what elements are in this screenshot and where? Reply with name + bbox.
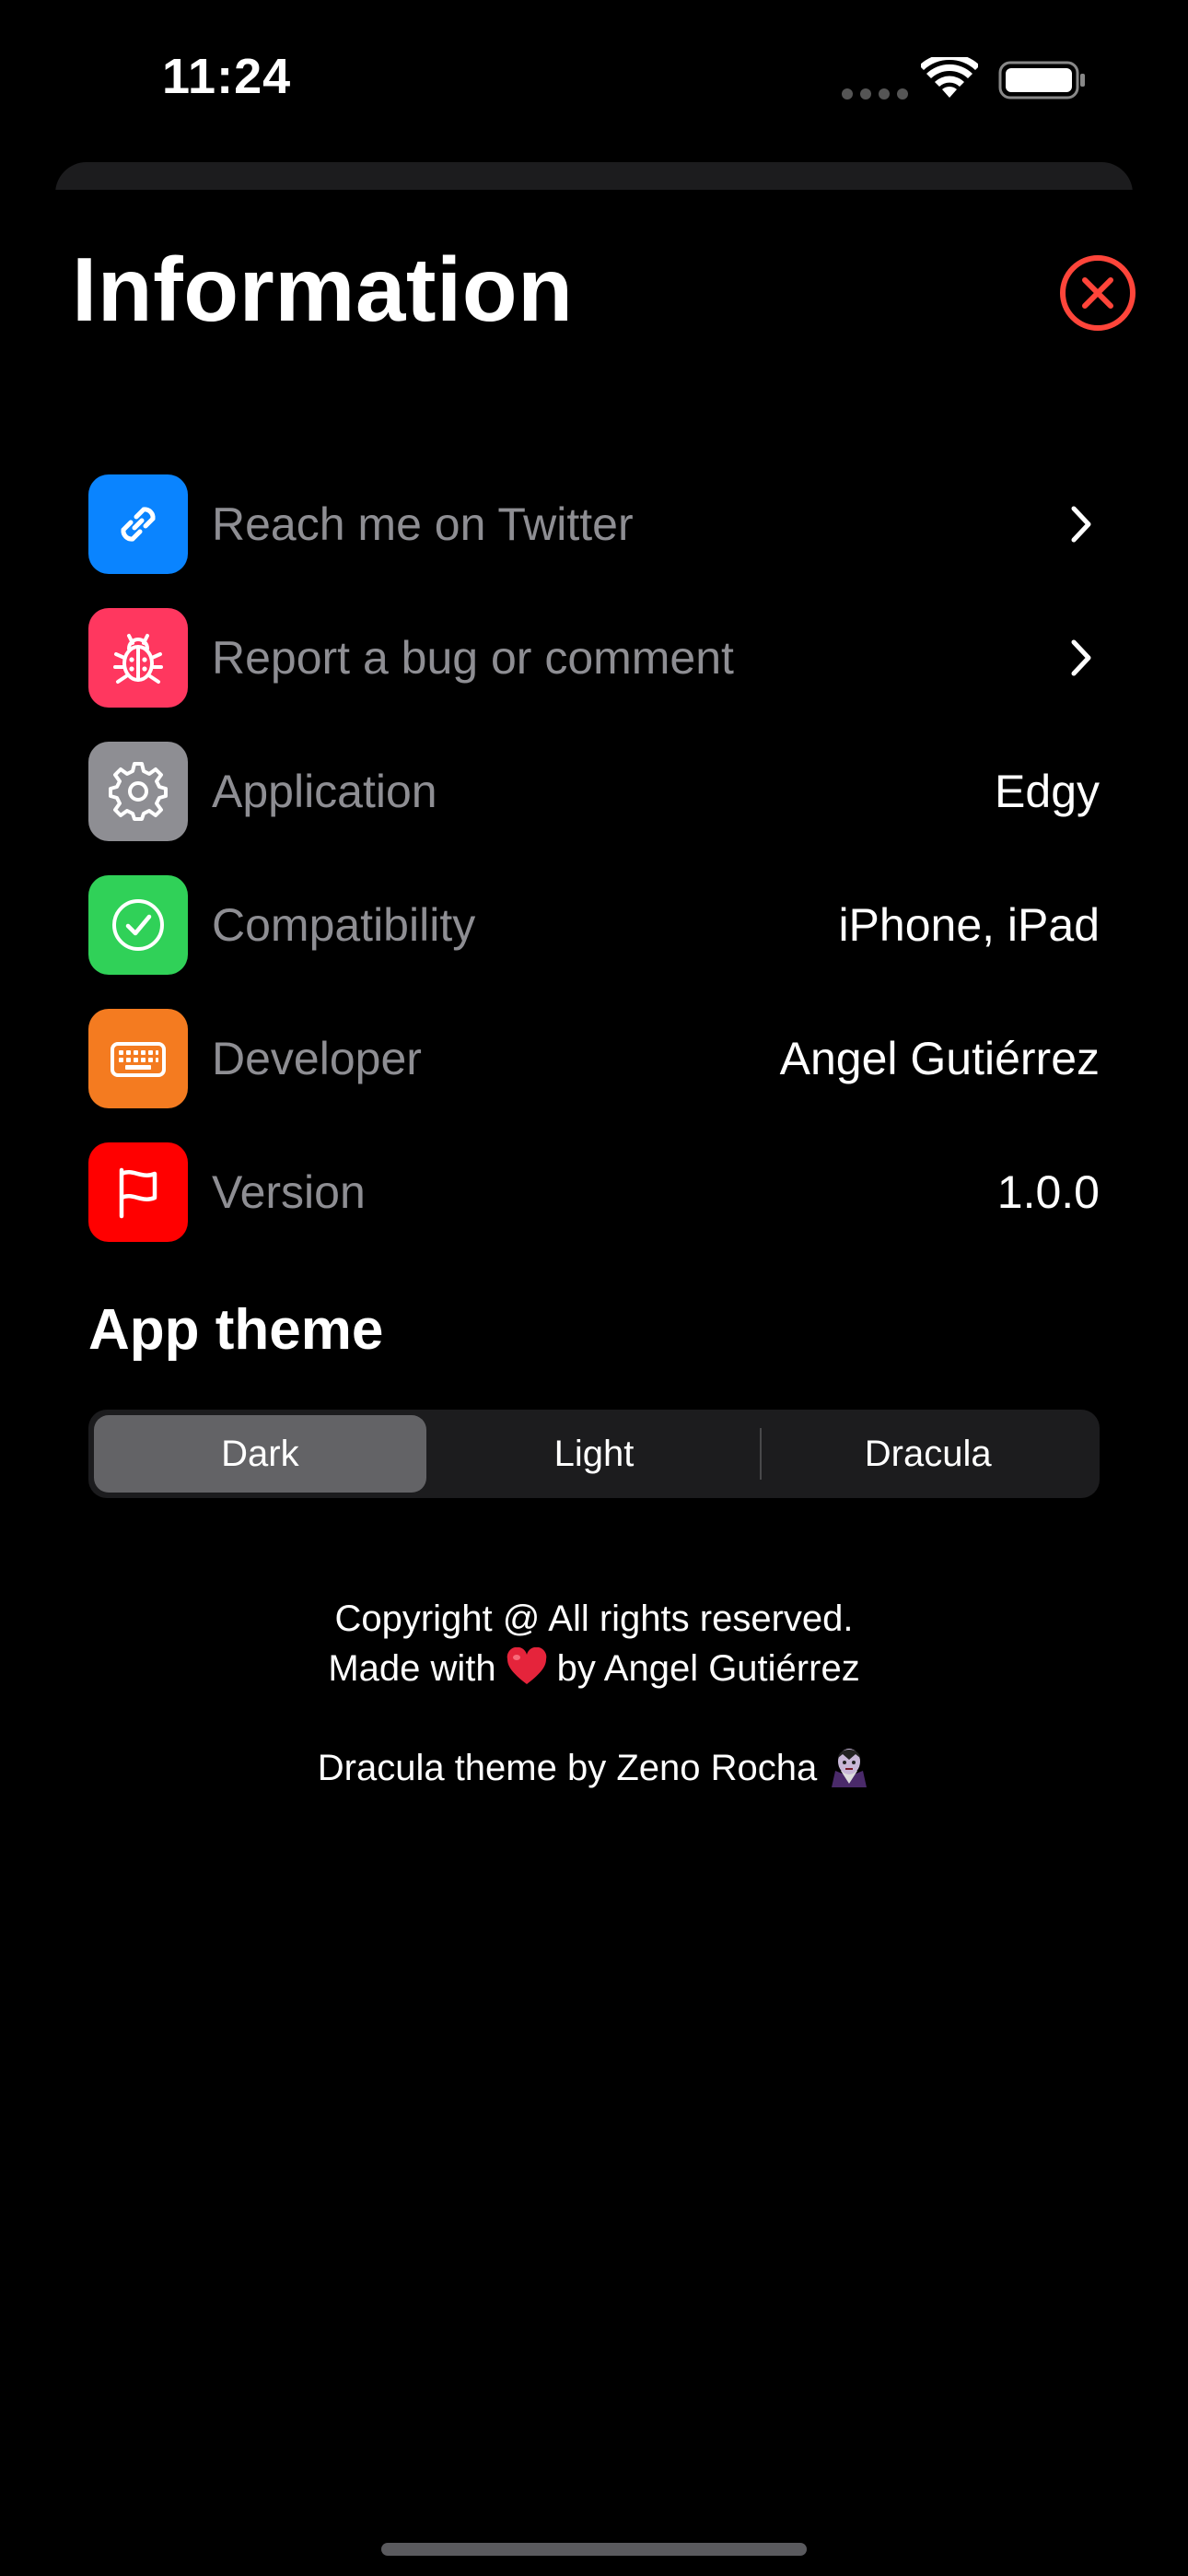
row-developer: Developer Angel Gutiérrez	[88, 991, 1100, 1125]
dracula-credit-text: Dracula theme by Zeno Rocha	[317, 1748, 818, 1788]
row-label: Version	[212, 1165, 366, 1218]
battery-icon	[998, 61, 1085, 100]
chevron-right-icon	[1071, 506, 1091, 542]
page-title: Information	[72, 239, 574, 340]
copyright-text: Copyright @ All rights reserved.	[334, 1598, 854, 1639]
row-label: Report a bug or comment	[212, 631, 734, 684]
theme-segmented-control: Dark Light Dracula	[88, 1410, 1100, 1498]
row-value: Angel Gutiérrez	[779, 1032, 1100, 1084]
ladybug-icon	[88, 607, 188, 708]
theme-option-light[interactable]: Light	[428, 1415, 761, 1493]
wifi-icon	[921, 57, 978, 98]
theme-option-dracula[interactable]: Dracula	[762, 1415, 1094, 1493]
row-report-bug[interactable]: Report a bug or comment	[88, 591, 1100, 724]
flag-icon	[88, 1142, 188, 1242]
row-compatibility: Compatibility iPhone, iPad	[88, 858, 1100, 991]
row-value: iPhone, iPad	[838, 898, 1100, 951]
made-with-prefix: Made with	[328, 1648, 496, 1689]
heart-icon	[507, 1647, 546, 1684]
close-button[interactable]	[1059, 254, 1136, 332]
made-with-line: Made with by Angel Gutiérrez	[0, 1644, 1188, 1693]
link-icon	[88, 474, 188, 574]
row-label: Developer	[212, 1032, 422, 1084]
row-application: Application Edgy	[88, 724, 1100, 858]
status-bar: 11:24	[0, 0, 1188, 157]
made-with-suffix: by Angel Gutiérrez	[556, 1648, 860, 1689]
row-label: Reach me on Twitter	[212, 498, 634, 550]
xmark-circle-icon	[1060, 255, 1136, 331]
row-label: Compatibility	[212, 898, 476, 951]
gear-icon	[88, 741, 188, 841]
row-label: Application	[212, 765, 437, 817]
keyboard-icon	[88, 1008, 188, 1108]
status-time: 11:24	[162, 49, 292, 104]
signal-dots-icon	[842, 88, 908, 100]
row-value: 1.0.0	[996, 1165, 1100, 1218]
home-indicator	[381, 2543, 807, 2556]
info-list: Reach me on Twitter Report a bug or comm…	[88, 457, 1100, 1259]
dracula-credit-line: Dracula theme by Zeno Rocha	[0, 1743, 1188, 1793]
theme-option-dark[interactable]: Dark	[94, 1415, 426, 1493]
chevron-right-icon	[1071, 639, 1091, 675]
row-value: Edgy	[995, 765, 1100, 817]
row-version: Version 1.0.0	[88, 1125, 1100, 1259]
row-twitter[interactable]: Reach me on Twitter	[88, 457, 1100, 591]
vampire-icon	[832, 1749, 868, 1787]
app-theme-title: App theme	[88, 1298, 384, 1362]
footer: Copyright @ All rights reserved. Made wi…	[0, 1594, 1188, 1793]
checkmark-circle-icon	[88, 874, 188, 975]
